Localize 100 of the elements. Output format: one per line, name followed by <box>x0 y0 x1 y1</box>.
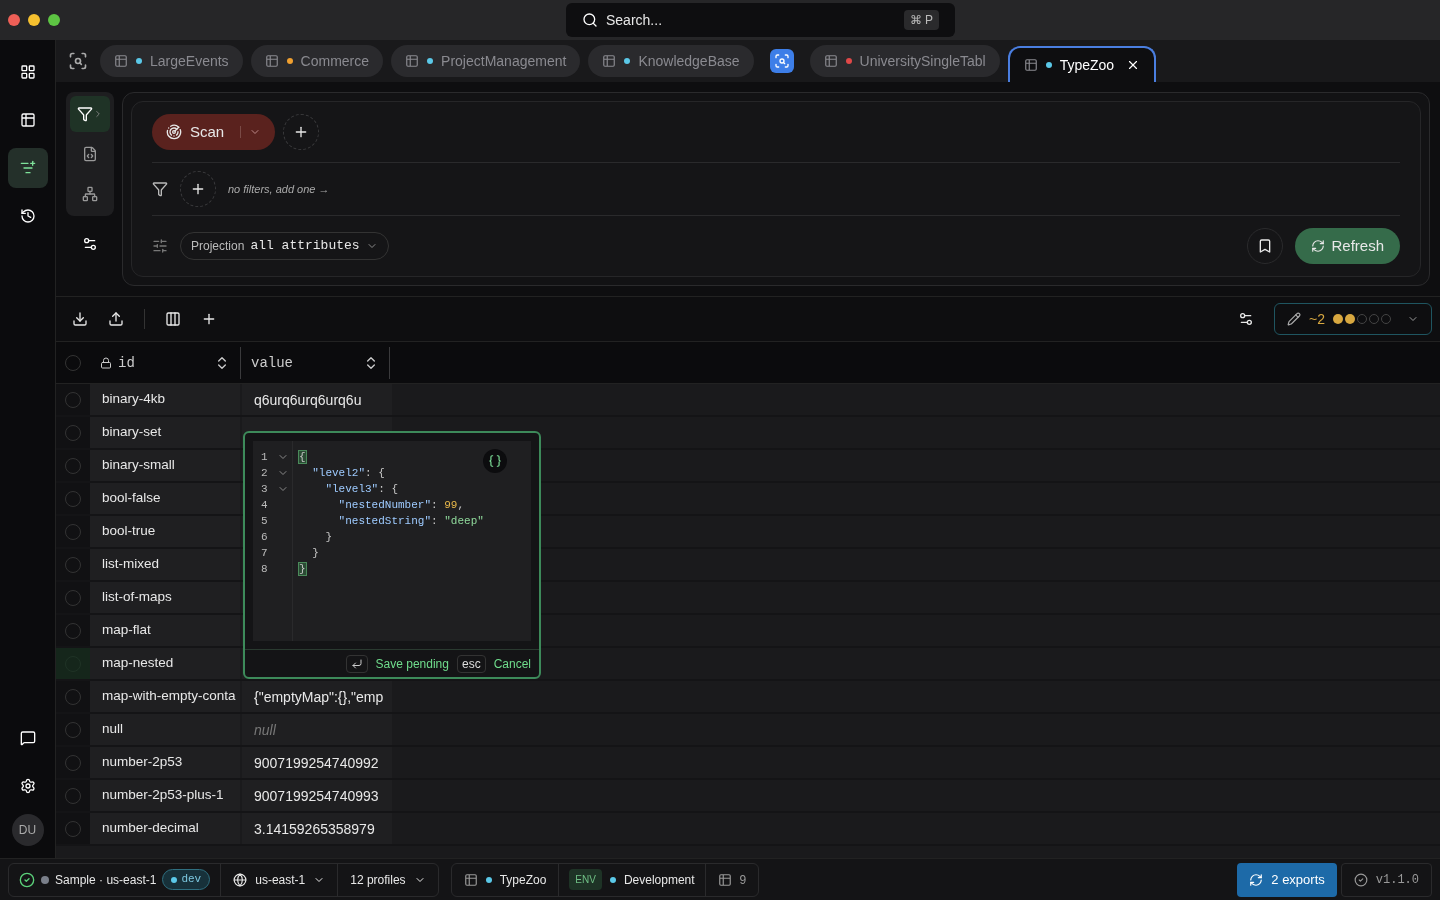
tab[interactable]: Commerce <box>250 45 384 77</box>
save-pending-button[interactable]: Save pending <box>375 655 449 672</box>
filter-icon <box>152 181 168 197</box>
line-number: 7 <box>261 546 269 561</box>
table-icon <box>1023 58 1038 72</box>
profiles-dropdown[interactable]: 12 profiles <box>338 863 438 896</box>
tool-button[interactable] <box>70 96 110 132</box>
table-row[interactable]: map-with-empty-conta {"emptyMap":{},"emp <box>56 681 1440 714</box>
table-row[interactable]: binary-4kb q6urq6urq6urq6u <box>56 384 1440 417</box>
filter-hint[interactable]: no filters, add one → <box>228 180 330 198</box>
connection-label: Sample · us-east-1 <box>55 871 157 888</box>
value-cell-text: {"emptyMap":{},"emp <box>254 687 384 707</box>
code-file-icon <box>82 146 98 162</box>
history-icon <box>19 208 36 224</box>
table-icon <box>405 54 420 68</box>
check-icon <box>1353 872 1368 887</box>
column-header[interactable]: id <box>90 346 240 379</box>
column-header[interactable]: value <box>240 346 390 379</box>
exports-button[interactable]: 2 exports <box>1237 862 1337 897</box>
line-number: 4 <box>261 498 269 513</box>
lock-icon <box>100 356 112 369</box>
tab[interactable]: UniversitySingleTabl <box>809 45 1000 77</box>
rail-button[interactable] <box>7 148 48 188</box>
sliders-icon <box>152 238 168 254</box>
value-cell-text: 3.14159265358979 <box>254 819 375 839</box>
environment-name: Development <box>623 871 695 888</box>
line-number: 8 <box>261 562 269 577</box>
table-icon <box>463 872 478 887</box>
tab[interactable]: TypeZoo <box>1007 46 1157 82</box>
shortcut-key: ⌘ P <box>903 10 939 30</box>
search-bar[interactable]: Search... ⌘ P <box>566 3 955 37</box>
value-cell-text: null <box>254 720 276 740</box>
refresh-icon <box>1311 239 1326 253</box>
maximize-window-icon[interactable] <box>48 14 60 26</box>
table-count: 9 <box>739 871 747 888</box>
id-cell-text: binary-set <box>102 423 162 442</box>
id-cell-text: binary-small <box>102 456 175 475</box>
enter-icon <box>350 657 363 670</box>
tab[interactable]: ProjectManagement <box>391 45 581 77</box>
code-line: "nestedString": "deep" <box>337 514 484 529</box>
settings-icon <box>19 778 36 794</box>
braces-icon <box>488 454 502 468</box>
env-tag: ENV <box>569 868 602 891</box>
minimize-window-icon[interactable] <box>28 14 40 26</box>
line-number: 1 <box>261 450 269 465</box>
table-row[interactable]: number-2p53-plus-1 9007199254740993 <box>56 780 1440 813</box>
table-row[interactable]: number-decimal 3.14159265358979 <box>56 813 1440 846</box>
region-dropdown[interactable]: us-east-1 <box>221 863 339 896</box>
columns-icon[interactable] <box>165 311 181 327</box>
pencil-icon <box>1287 312 1302 326</box>
download-icon[interactable] <box>72 311 88 327</box>
radar-icon <box>166 124 182 140</box>
upload-icon[interactable] <box>108 311 124 327</box>
esc-key: esc <box>456 654 486 673</box>
id-cell-text: map-nested <box>102 654 174 673</box>
code-line: "nestedNumber": 99, <box>337 498 466 513</box>
cancel-button[interactable]: Cancel <box>493 655 531 672</box>
table-icon <box>602 54 617 68</box>
id-cell-text: bool-false <box>102 489 161 508</box>
globe-icon <box>233 872 248 887</box>
chevron-icon <box>93 109 103 119</box>
id-cell-text: number-2p53-plus-1 <box>102 786 224 805</box>
line-number: 6 <box>261 530 269 545</box>
scan-button[interactable]: Scan <box>152 114 276 150</box>
id-cell-text: list-of-maps <box>102 588 172 607</box>
value-cell-text: 9007199254740993 <box>254 786 379 806</box>
code-line: "level2": { <box>311 466 386 481</box>
user-avatar[interactable]: DU <box>11 814 44 846</box>
table-row[interactable]: null null <box>56 714 1440 747</box>
filter-icon <box>77 106 93 122</box>
options-icon[interactable] <box>82 236 98 252</box>
line-number: 3 <box>261 482 269 497</box>
table-icon <box>823 54 838 68</box>
scan-icon <box>773 53 790 69</box>
code-line: "level3": { <box>324 482 400 497</box>
plus-icon <box>190 181 206 197</box>
code-line: } <box>311 546 320 561</box>
refresh-button[interactable]: Refresh <box>1295 228 1400 264</box>
add-icon[interactable] <box>201 311 217 327</box>
close-window-icon[interactable] <box>8 14 20 26</box>
refresh-icon <box>1249 872 1264 887</box>
value-cell-text: 9007199254740992 <box>254 753 379 773</box>
code-line: } <box>324 530 333 545</box>
table-icon <box>264 54 279 68</box>
options-icon[interactable] <box>1238 311 1255 327</box>
tab-group-button[interactable] <box>769 49 794 73</box>
id-cell-text: list-mixed <box>102 555 159 574</box>
scan-icon[interactable] <box>68 51 88 71</box>
pending-edits-button[interactable]: ~2 <box>1274 303 1432 335</box>
format-button[interactable] <box>483 449 507 473</box>
version-button[interactable]: v1.1.0 <box>1340 862 1432 897</box>
search-input[interactable]: Search... <box>606 10 896 30</box>
hierarchy-icon <box>82 186 98 202</box>
tab[interactable]: LargeEvents <box>100 45 243 77</box>
table-row[interactable]: number-2p53 9007199254740992 <box>56 747 1440 780</box>
tab[interactable]: KnowledgeBase <box>588 45 754 77</box>
id-cell-text: bool-true <box>102 522 156 541</box>
grid-icon <box>19 64 36 80</box>
filter-list-icon <box>19 160 36 176</box>
id-cell-text: number-decimal <box>102 819 199 838</box>
